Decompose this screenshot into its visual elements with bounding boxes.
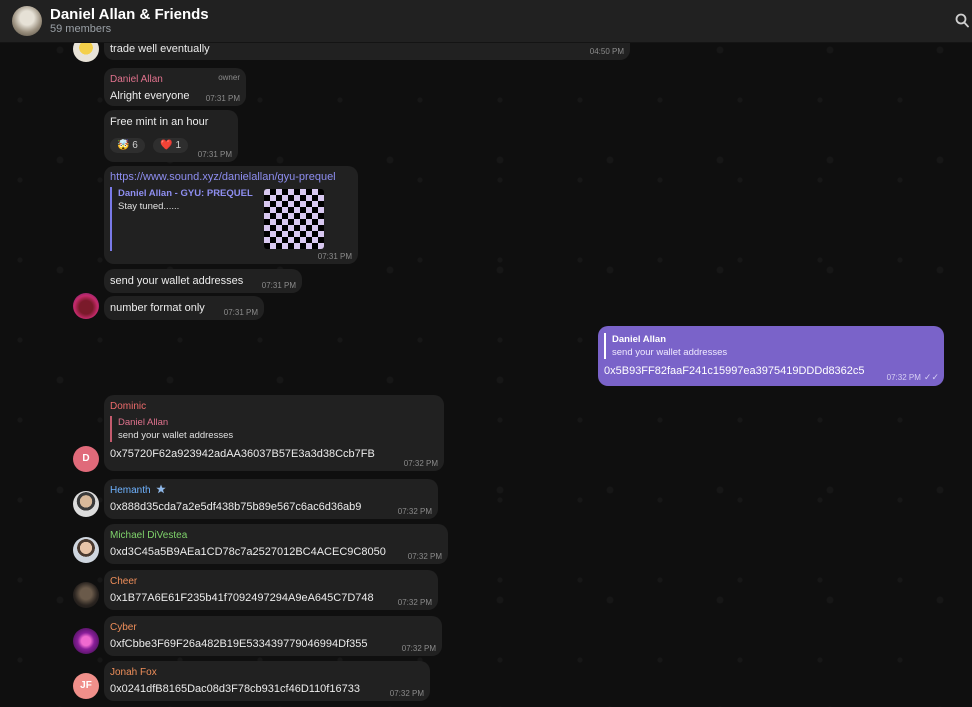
message-text: 0xd3C45a5B9AEa1CD78c7a2527012BC4ACEC9C80… — [110, 546, 386, 558]
message-bubble[interactable]: send your wallet addresses 07:31 PM — [104, 269, 302, 293]
avatar[interactable] — [73, 293, 99, 319]
message-bubble[interactable]: Michael DiVestea 0xd3C45a5B9AEa1CD78c7a2… — [104, 524, 448, 564]
sender-name[interactable]: Cheer — [110, 575, 432, 589]
message-text: 0xfCbbe3F69F26a482B19E533439779046994Df3… — [110, 638, 368, 650]
reply-sender: Daniel Allan — [118, 417, 169, 428]
chat-header[interactable]: Daniel Allan & Friends 59 members — [0, 0, 972, 43]
message-text: 0x75720F62a923942adAA36037B57E3a3d38Ccb7… — [110, 448, 375, 460]
message-bubble[interactable]: Hemanth 0x888d35cda7a2e5df438b75b89e567c… — [104, 479, 438, 519]
reaction-count: 6 — [132, 140, 138, 151]
message-bubble[interactable]: number format only 07:31 PM — [104, 296, 264, 320]
member-count: 59 members — [50, 23, 112, 35]
reply-quote[interactable]: Daniel Allan send your wallet addresses — [604, 333, 938, 359]
message-link[interactable]: https://www.sound.xyz/danielallan/gyu-pr… — [110, 171, 352, 183]
message-text: 0x0241dfB8165Dac08d3F78cb931cf46D110f167… — [110, 683, 360, 695]
message-time: 07:32 PM — [407, 552, 442, 561]
reaction-count: 1 — [175, 140, 182, 151]
message-time: 07:32 PM — [397, 507, 432, 516]
sender-label: Hemanth — [110, 485, 151, 496]
link-preview[interactable]: Daniel Allan - GYU: PREQUEL Stay tuned..… — [110, 187, 352, 251]
avatar[interactable] — [73, 537, 99, 563]
avatar[interactable] — [73, 491, 99, 517]
message-text: 0x888d35cda7a2e5df438b75b89e567c6ac6d36a… — [110, 501, 362, 513]
sender-name[interactable]: Jonah Fox — [110, 666, 424, 680]
outgoing-message-bubble[interactable]: Daniel Allan send your wallet addresses … — [598, 326, 944, 386]
reply-text: send your wallet addresses — [118, 430, 234, 441]
reaction-emoji: 🤯 — [117, 140, 130, 151]
reaction-mindblown[interactable]: 🤯 6 — [110, 138, 145, 153]
message-time: 07:32 PM — [389, 689, 424, 698]
message-bubble[interactable]: Free mint in an hour 🤯 6 ❤️ 1 07:31 PM — [104, 110, 238, 162]
star-icon — [156, 484, 167, 494]
reaction-emoji: ❤️ — [160, 140, 173, 151]
message-bubble[interactable]: Cheer 0x1B77A6E61F235b41f7092497294A9eA6… — [104, 570, 438, 610]
message-time: 07:31 PM — [317, 252, 352, 261]
message-time: 07:32 PM — [397, 598, 432, 607]
avatar[interactable] — [73, 582, 99, 608]
avatar[interactable] — [73, 628, 99, 654]
message-bubble[interactable]: Jonah Fox 0x0241dfB8165Dac08d3F78cb931cf… — [104, 661, 430, 701]
message-time: 07:32 PM — [403, 459, 438, 468]
search-icon[interactable] — [955, 12, 969, 30]
reply-sender: Daniel Allan — [612, 334, 667, 345]
sender-name[interactable]: Michael DiVestea — [110, 529, 442, 543]
read-ticks-icon: ✓✓ — [923, 372, 939, 382]
sender-name[interactable]: Cyber — [110, 621, 436, 635]
message-time: 07:32 PM ✓✓ — [887, 372, 939, 383]
message-time: 07:31 PM — [261, 281, 296, 290]
owner-badge: owner — [218, 73, 240, 82]
avatar[interactable]: D — [73, 446, 99, 472]
time-label: 07:32 PM — [886, 373, 921, 382]
message-bubble[interactable]: Dominic Daniel Allan send your wallet ad… — [104, 395, 444, 471]
message-time: 07:31 PM — [197, 150, 232, 159]
message-bubble[interactable]: owner Daniel Allan Alright everyone 07:3… — [104, 68, 246, 106]
sender-name[interactable]: Hemanth — [110, 484, 432, 498]
preview-image[interactable] — [264, 189, 324, 249]
message-bubble[interactable]: https://www.sound.xyz/danielallan/gyu-pr… — [104, 166, 358, 264]
sender-name[interactable]: Dominic — [110, 400, 438, 414]
message-time: 04:50 PM — [589, 47, 624, 56]
group-avatar[interactable] — [12, 6, 42, 36]
message-text: trade well eventually — [110, 43, 210, 55]
message-text: 0x1B77A6E61F235b41f7092497294A9eA645C7D7… — [110, 592, 374, 604]
message-bubble[interactable]: Cyber 0xfCbbe3F69F26a482B19E533439779046… — [104, 616, 442, 656]
message-text: Free mint in an hour — [110, 116, 209, 128]
message-time: 07:32 PM — [401, 644, 436, 653]
message-time: 07:31 PM — [205, 94, 240, 103]
reply-text: send your wallet addresses — [612, 347, 728, 358]
chat-title[interactable]: Daniel Allan & Friends — [50, 6, 209, 23]
avatar[interactable]: JF — [73, 673, 99, 699]
reaction-heart[interactable]: ❤️ 1 — [153, 138, 189, 153]
reply-quote[interactable]: Daniel Allan send your wallet addresses — [110, 416, 438, 442]
message-time: 07:31 PM — [223, 308, 258, 317]
